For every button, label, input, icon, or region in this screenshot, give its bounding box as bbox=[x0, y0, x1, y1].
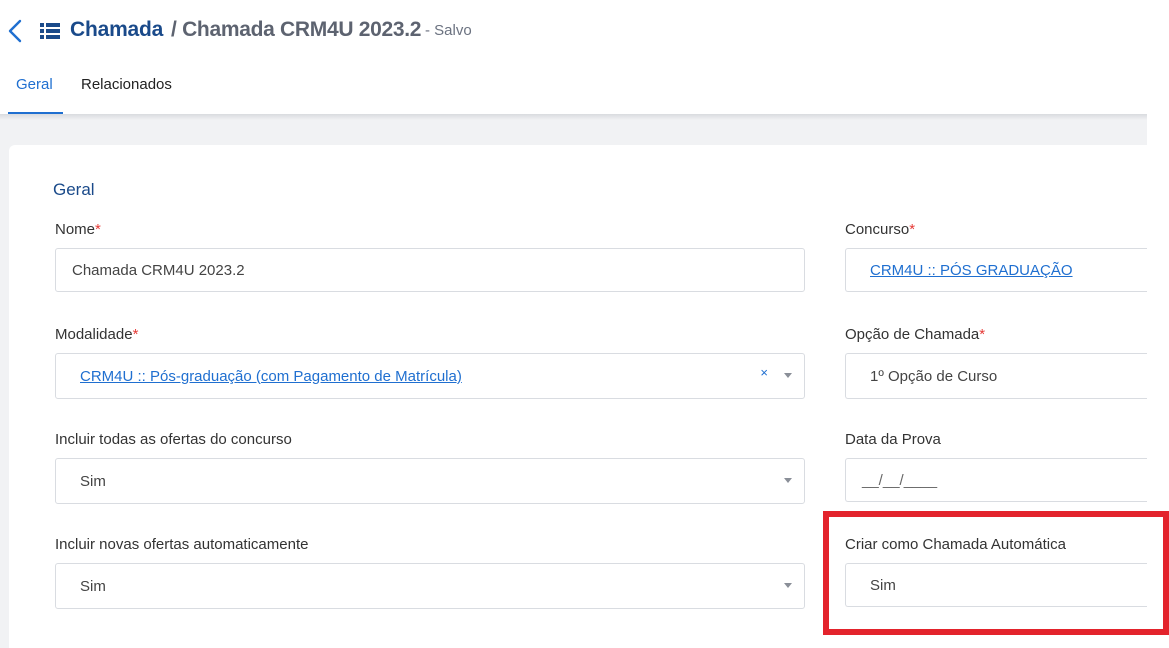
page-header: Chamada / Chamada CRM4U 2023.2 - Salvo bbox=[0, 0, 1169, 62]
opcao-chamada-label: Opção de Chamada* bbox=[845, 326, 985, 343]
list-icon bbox=[40, 23, 60, 39]
incluir-novas-select[interactable]: Sim bbox=[55, 563, 805, 609]
concurso-link[interactable]: CRM4U :: PÓS GRADUAÇÃO bbox=[846, 262, 1073, 279]
tab-bar: Geral Relacionados bbox=[0, 62, 1169, 115]
required-mark: * bbox=[132, 326, 139, 343]
concurso-label-text: Concurso bbox=[845, 221, 910, 238]
opcao-chamada-select[interactable]: 1º Opção de Curso bbox=[845, 353, 1147, 399]
required-mark: * bbox=[979, 326, 986, 343]
tab-geral[interactable]: Geral bbox=[16, 76, 53, 93]
data-prova-label: Data da Prova bbox=[845, 431, 941, 448]
incluir-todas-label: Incluir todas as ofertas do concurso bbox=[55, 431, 292, 448]
data-prova-input[interactable]: __/__/____ bbox=[845, 458, 1147, 502]
clear-icon[interactable]: × bbox=[760, 365, 768, 380]
opcao-chamada-value: 1º Opção de Curso bbox=[870, 367, 998, 385]
tab-relacionados[interactable]: Relacionados bbox=[81, 76, 172, 93]
incluir-novas-value: Sim bbox=[80, 577, 106, 595]
incluir-novas-label: Incluir novas ofertas automaticamente bbox=[55, 536, 309, 553]
chevron-down-icon[interactable] bbox=[784, 478, 792, 483]
concurso-label: Concurso* bbox=[845, 221, 915, 238]
chevron-left-icon[interactable] bbox=[6, 18, 24, 44]
save-status: - Salvo bbox=[425, 22, 472, 39]
page-title: Chamada bbox=[70, 18, 164, 41]
header-shadow bbox=[0, 114, 1147, 120]
highlight-annotation-box bbox=[823, 511, 1169, 635]
nome-label: Nome* bbox=[55, 221, 101, 238]
required-mark: * bbox=[909, 221, 916, 238]
concurso-field[interactable]: CRM4U :: PÓS GRADUAÇÃO bbox=[845, 248, 1147, 292]
modalidade-select[interactable]: CRM4U :: Pós-graduação (com Pagamento de… bbox=[55, 353, 805, 399]
nome-input[interactable]: Chamada CRM4U 2023.2 bbox=[55, 248, 805, 292]
chevron-down-icon[interactable] bbox=[784, 583, 792, 588]
section-title: Geral bbox=[53, 180, 95, 199]
modalidade-label-text: Modalidade bbox=[55, 326, 133, 343]
chevron-down-icon[interactable] bbox=[784, 373, 792, 378]
nome-value: Chamada CRM4U 2023.2 bbox=[72, 261, 245, 279]
required-mark: * bbox=[95, 221, 101, 238]
modalidade-link[interactable]: CRM4U :: Pós-graduação (com Pagamento de… bbox=[56, 368, 462, 385]
record-title: / Chamada CRM4U 2023.2 bbox=[171, 18, 422, 41]
incluir-todas-select[interactable]: Sim bbox=[55, 458, 805, 504]
incluir-todas-value: Sim bbox=[80, 472, 106, 490]
opcao-chamada-label-text: Opção de Chamada bbox=[845, 326, 980, 343]
nome-label-text: Nome bbox=[55, 221, 96, 238]
data-prova-placeholder: __/__/____ bbox=[862, 471, 938, 489]
modalidade-label: Modalidade* bbox=[55, 326, 138, 343]
